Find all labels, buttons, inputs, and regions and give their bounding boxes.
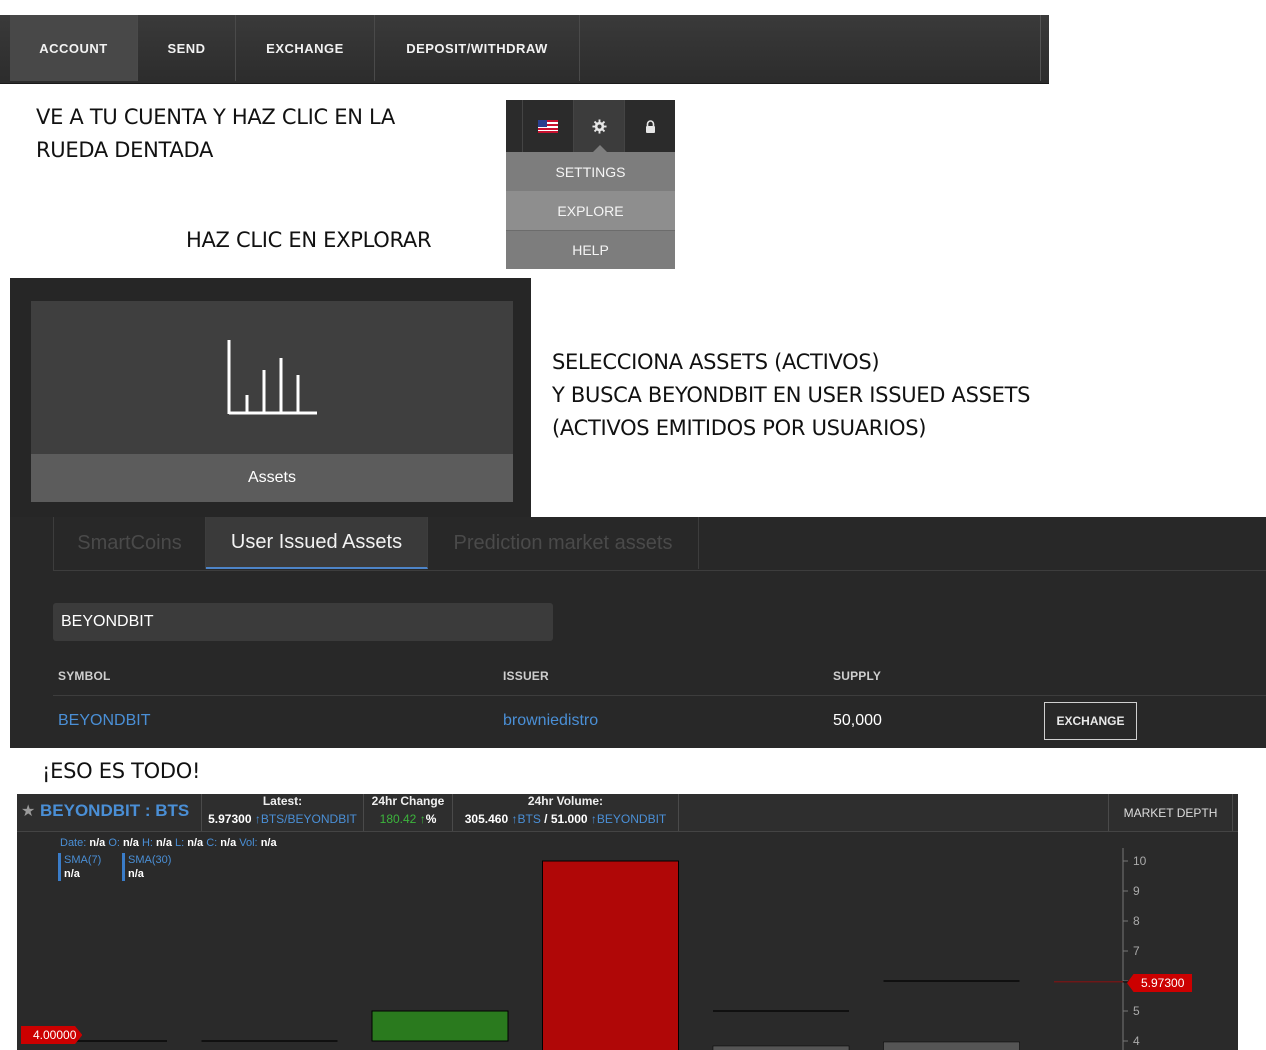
volume-label: 24hr Volume: xyxy=(453,794,678,808)
menu-item-explore[interactable]: EXPLORE xyxy=(506,191,675,230)
ohlc-vol-label: Vol: xyxy=(239,837,257,849)
change-cell: 24hr Change 180.42 ↑% xyxy=(364,794,453,831)
row-divider xyxy=(53,695,1266,696)
nav-deposit-withdraw[interactable]: DEPOSIT/WITHDRAW xyxy=(375,15,580,81)
ohlc-h-label: H: xyxy=(142,837,153,849)
volume-bar xyxy=(884,1042,1020,1050)
caption-step3-line2: Y BUSCA BEYONDBIT EN USER ISSUED ASSETS xyxy=(552,379,1030,412)
menu-item-settings[interactable]: SETTINGS xyxy=(506,152,675,191)
lock-button[interactable] xyxy=(624,100,675,152)
ohlc-date: n/a xyxy=(89,837,105,849)
latest-value-row: 5.97300 ↑BTS/BEYONDBIT xyxy=(202,812,363,826)
ohlc-l: n/a xyxy=(187,837,203,849)
right-price-tag: 5.97300 xyxy=(1127,974,1192,992)
star-icon[interactable]: ★ xyxy=(21,801,35,821)
gear-icon xyxy=(592,119,607,134)
asset-tabs: SmartCoins User Issued Assets Prediction… xyxy=(53,517,1266,571)
dropdown-caret xyxy=(593,145,607,152)
settings-menu: SETTINGS EXPLORE HELP xyxy=(506,100,675,268)
nav-account[interactable]: ACCOUNT xyxy=(10,15,138,81)
market-view: ★ BEYONDBIT : BTS Latest: 5.97300 ↑BTS/B… xyxy=(17,794,1238,1050)
volume-bts-unit: ↑BTS xyxy=(511,812,540,826)
volume-bar xyxy=(713,1046,849,1050)
latest-unit: ↑BTS/BEYONDBIT xyxy=(255,812,357,826)
y-axis-tick-label: 7 xyxy=(1133,944,1140,958)
asset-issuer-link[interactable]: browniedistro xyxy=(503,712,598,730)
market-pair-title[interactable]: BEYONDBIT : BTS xyxy=(40,801,189,821)
sma30-legend: SMA(30) n/a xyxy=(122,853,171,881)
settings-gear-button[interactable] xyxy=(573,100,624,152)
column-header-symbol: SYMBOL xyxy=(58,669,111,683)
tab-user-issued-assets[interactable]: User Issued Assets xyxy=(206,517,428,569)
change-unit: % xyxy=(426,812,437,826)
menu-item-help[interactable]: HELP xyxy=(506,230,675,269)
language-button[interactable] xyxy=(522,100,573,152)
asset-search-input[interactable] xyxy=(53,603,553,641)
explorer-categories: Assets xyxy=(10,278,531,518)
sma7-value: n/a xyxy=(64,867,101,881)
y-axis-tick-label: 8 xyxy=(1133,914,1140,928)
volume-asset-unit: ↑BEYONDBIT xyxy=(591,812,666,826)
price-chart: 10987654 Date: n/a O: n/a H: n/a L: n/a … xyxy=(17,832,1238,1050)
assets-label: Assets xyxy=(31,454,513,502)
column-header-issuer: ISSUER xyxy=(503,669,549,683)
column-header-supply: SUPPLY xyxy=(833,669,881,683)
y-axis-tick-label: 9 xyxy=(1133,884,1140,898)
market-pair-cell: ★ BEYONDBIT : BTS xyxy=(17,794,202,831)
change-value: 180.42 xyxy=(380,812,417,826)
volume-bts: 305.460 xyxy=(465,812,508,826)
asset-supply: 50,000 xyxy=(833,712,882,730)
change-value-row: 180.42 ↑% xyxy=(364,812,452,826)
latest-label: Latest: xyxy=(202,794,363,808)
market-depth-button[interactable]: MARKET DEPTH xyxy=(1108,794,1233,831)
change-label: 24hr Change xyxy=(364,794,452,808)
ohlc-vol: n/a xyxy=(261,837,277,849)
tab-smartcoins[interactable]: SmartCoins xyxy=(54,517,206,569)
ohlc-o-label: O: xyxy=(108,837,120,849)
left-price-tag: 4.00000 xyxy=(21,1026,82,1044)
lock-icon xyxy=(645,120,656,133)
sma7-legend: SMA(7) n/a xyxy=(58,853,101,881)
ohlc-date-label: Date: xyxy=(60,837,86,849)
candle-body xyxy=(543,861,679,1050)
volume-value-row: 305.460 ↑BTS / 51.000 ↑BEYONDBIT xyxy=(453,812,678,826)
us-flag-icon xyxy=(538,120,558,133)
nav-exchange[interactable]: EXCHANGE xyxy=(236,15,375,81)
caption-done: ¡ESO ES TODO! xyxy=(42,755,200,788)
ohlc-c-label: C: xyxy=(206,837,217,849)
candlestick-chart: 10987654 xyxy=(17,832,1238,1050)
tab-prediction-market-assets[interactable]: Prediction market assets xyxy=(428,517,699,569)
sma30-label: SMA(30) xyxy=(128,853,171,867)
sma7-label: SMA(7) xyxy=(64,853,101,867)
caption-step3-line1: SELECCIONA ASSETS (ACTIVOS) xyxy=(552,346,879,379)
asset-symbol-link[interactable]: BEYONDBIT xyxy=(58,712,150,730)
latest-value: 5.97300 xyxy=(208,812,251,826)
volume-cell: 24hr Volume: 305.460 ↑BTS / 51.000 ↑BEYO… xyxy=(453,794,679,831)
ohlc-c: n/a xyxy=(220,837,236,849)
top-navigation: ACCOUNT SEND EXCHANGE DEPOSIT/WITHDRAW xyxy=(0,15,1049,84)
caption-step2: HAZ CLIC EN EXPLORAR xyxy=(186,224,431,257)
y-axis-tick-label: 10 xyxy=(1133,854,1147,868)
ohlc-l-label: L: xyxy=(175,837,184,849)
assets-card[interactable]: Assets xyxy=(31,301,513,502)
y-axis-tick-label: 4 xyxy=(1133,1034,1140,1048)
asset-explorer-panel: SmartCoins User Issued Assets Prediction… xyxy=(10,517,1266,748)
bar-chart-icon xyxy=(225,338,325,422)
ohlc-o: n/a xyxy=(123,837,139,849)
market-header: ★ BEYONDBIT : BTS Latest: 5.97300 ↑BTS/B… xyxy=(17,794,1238,832)
nav-send[interactable]: SEND xyxy=(138,15,236,81)
latest-price-cell: Latest: 5.97300 ↑BTS/BEYONDBIT xyxy=(202,794,364,831)
y-axis-tick-label: 5 xyxy=(1133,1004,1140,1018)
ohlc-h: n/a xyxy=(156,837,172,849)
caption-step1-line2: RUEDA DENTADA xyxy=(36,134,213,167)
exchange-button[interactable]: EXCHANGE xyxy=(1044,702,1137,740)
caption-step1-line1: VE A TU CUENTA Y HAZ CLIC EN LA xyxy=(36,101,395,134)
sma30-value: n/a xyxy=(128,867,171,881)
ohlc-readout: Date: n/a O: n/a H: n/a L: n/a C: n/a Vo… xyxy=(60,837,277,849)
caption-step3-line3: (ACTIVOS EMITIDOS POR USUARIOS) xyxy=(552,412,926,445)
volume-asset: / 51.000 xyxy=(544,812,587,826)
candle-body xyxy=(372,1011,508,1041)
